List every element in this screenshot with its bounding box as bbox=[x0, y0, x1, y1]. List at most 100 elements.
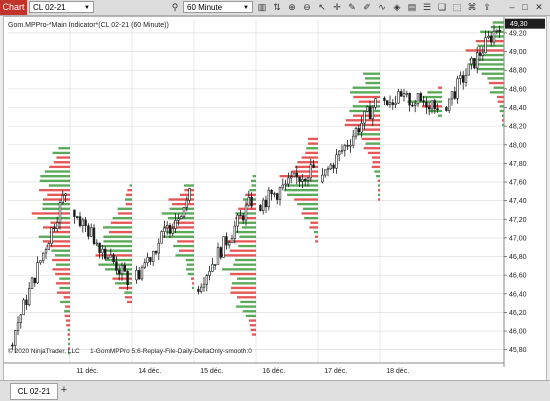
candle-body bbox=[182, 206, 186, 218]
trade-icon[interactable]: ⬚ bbox=[451, 1, 463, 13]
volume-profile-bar bbox=[377, 179, 380, 183]
candlestick-icon[interactable]: ⇅ bbox=[271, 1, 283, 13]
pen-icon[interactable]: ✐ bbox=[361, 1, 373, 13]
volume-profile-bar bbox=[98, 263, 132, 266]
candle-body bbox=[306, 177, 310, 181]
volume-profile-bar bbox=[124, 198, 132, 201]
candle-body bbox=[180, 216, 183, 220]
candle-body bbox=[459, 75, 462, 79]
add-tab-button[interactable]: + bbox=[58, 383, 70, 398]
volume-profile-bar bbox=[177, 240, 194, 243]
candle-body bbox=[171, 228, 174, 234]
tab-bar: CL 02-21 + bbox=[0, 380, 550, 401]
candle-body bbox=[473, 57, 476, 69]
candle-body bbox=[349, 144, 352, 147]
tab-instrument[interactable]: CL 02-21 bbox=[10, 383, 58, 400]
crosshair-icon[interactable]: ✛ bbox=[331, 1, 343, 13]
volume-profile-bar bbox=[345, 119, 380, 122]
candle-body bbox=[270, 189, 273, 195]
volume-profile-bar bbox=[59, 277, 70, 280]
attach-icon[interactable]: ⌘ bbox=[466, 1, 478, 13]
candle-body bbox=[228, 242, 231, 246]
template-icon[interactable]: ▤ bbox=[406, 1, 418, 13]
volume-profile-bar bbox=[477, 67, 504, 71]
volume-profile-bar bbox=[490, 25, 504, 29]
volume-profile-bar bbox=[173, 244, 194, 248]
candle-body bbox=[400, 91, 403, 97]
volume-profile-bar bbox=[125, 193, 132, 196]
volume-profile-bar bbox=[103, 235, 132, 238]
volume-profile-bar bbox=[127, 189, 132, 192]
share-icon[interactable]: ⇪ bbox=[481, 1, 493, 13]
candle-body bbox=[281, 184, 284, 189]
y-tick-label: 47,60 bbox=[509, 180, 527, 187]
volume-profile-bar bbox=[245, 193, 256, 196]
volume-profile-bar bbox=[477, 44, 504, 47]
candle-body bbox=[445, 107, 448, 111]
candle-body bbox=[104, 248, 107, 259]
properties-icon[interactable]: ☰ bbox=[421, 1, 433, 13]
y-tick-label: 46,80 bbox=[509, 254, 527, 261]
candle-body bbox=[87, 225, 90, 237]
layers-icon[interactable]: ❏ bbox=[436, 1, 448, 13]
timeframe-selector[interactable]: 60 Minute ▼ bbox=[183, 1, 253, 13]
bar-chart-icon[interactable]: ▥ bbox=[256, 1, 268, 13]
minimize-icon[interactable]: – bbox=[507, 1, 517, 13]
candle-body bbox=[239, 214, 242, 217]
candle-body bbox=[470, 57, 473, 65]
volume-profile-bar bbox=[367, 151, 380, 155]
candle-body bbox=[386, 100, 389, 105]
volume-profile-bar bbox=[237, 296, 256, 299]
candle-body bbox=[174, 220, 177, 229]
x-tick-label: 14 déc. bbox=[138, 368, 161, 375]
candle-body bbox=[419, 93, 422, 102]
candle-body bbox=[14, 330, 17, 346]
candle-body bbox=[394, 102, 397, 105]
volume-profile-bar bbox=[42, 202, 70, 206]
volume-profile-bar bbox=[103, 226, 132, 229]
candle-body bbox=[363, 111, 366, 124]
zoom-in-icon[interactable]: ⊕ bbox=[286, 1, 298, 13]
candle-body bbox=[456, 78, 459, 99]
candle-body bbox=[301, 178, 304, 182]
indicator-icon[interactable]: ∿ bbox=[376, 1, 388, 13]
candle-body bbox=[211, 264, 214, 272]
volume-profile-bar bbox=[68, 342, 70, 346]
candle-body bbox=[92, 227, 96, 244]
chart-panel[interactable]: 49,20 49,00 48,80 48,60 48,40 48,20 48,00 47,80… bbox=[3, 16, 547, 382]
close-icon[interactable]: ✕ bbox=[534, 1, 544, 13]
volume-profile-bar bbox=[115, 282, 132, 285]
candle-body bbox=[81, 219, 84, 227]
strategy-icon[interactable]: ◈ bbox=[391, 1, 403, 13]
maximize-icon[interactable]: □ bbox=[520, 1, 530, 13]
zoom-out-icon[interactable]: ⊖ bbox=[301, 1, 313, 13]
volume-profile-bar bbox=[297, 202, 318, 206]
drawing-tool-icon[interactable]: ✎ bbox=[346, 1, 358, 13]
volume-profile-bar bbox=[42, 240, 70, 243]
cursor-icon[interactable]: ↖ bbox=[316, 1, 328, 13]
volume-profile-bar bbox=[249, 189, 256, 192]
volume-profile-bar bbox=[52, 151, 70, 155]
volume-profile-bar bbox=[52, 268, 70, 271]
volume-profile-bar bbox=[64, 305, 70, 308]
volume-profile-bar bbox=[308, 142, 318, 145]
volume-profile-bar bbox=[301, 156, 318, 159]
volume-profile-bar bbox=[222, 268, 256, 271]
candle-body bbox=[39, 260, 42, 263]
volume-profile-bar bbox=[487, 77, 504, 80]
candle-body bbox=[422, 100, 425, 103]
candle-body bbox=[233, 225, 236, 239]
volume-profile-bar bbox=[306, 147, 318, 150]
candle-body bbox=[448, 98, 451, 111]
volume-profile-bar bbox=[58, 147, 70, 150]
volume-profile-bar bbox=[374, 170, 380, 173]
candle-body bbox=[368, 106, 372, 120]
candle-body bbox=[118, 270, 121, 275]
magnifier-icon[interactable]: ⚲ bbox=[169, 1, 181, 13]
volume-profile-bar bbox=[361, 137, 380, 141]
candle-body bbox=[168, 225, 172, 234]
price-chart[interactable]: 49,20 49,00 48,80 48,60 48,40 48,20 48,00 47,80… bbox=[4, 17, 546, 381]
copyright-text: © 2020 NinjaTrader, LLC bbox=[8, 347, 80, 355]
instrument-selector[interactable]: CL 02-21 ▼ bbox=[29, 1, 94, 13]
candle-body bbox=[332, 164, 335, 169]
